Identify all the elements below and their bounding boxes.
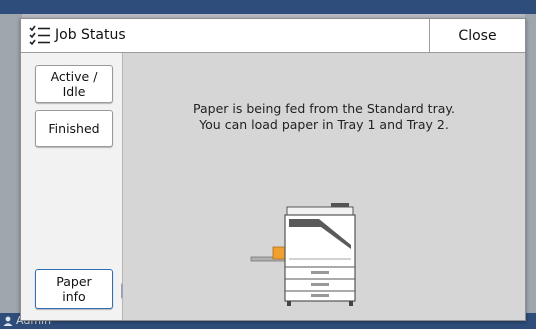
paper-info-button[interactable]: Paper info [35, 269, 113, 309]
dialog-title: Job Status [55, 27, 126, 43]
sidebar: Active / Idle Finished Paper info [21, 53, 123, 320]
close-button[interactable]: Close [429, 19, 525, 52]
printer-illustration [250, 203, 356, 306]
job-list-icon [29, 25, 50, 45]
background-left-panel [0, 14, 22, 314]
paper-info-panel: Paper is being fed from the Standard tra… [123, 53, 525, 320]
background-right-panel [525, 14, 536, 314]
dialog-header: Job Status Close [21, 19, 525, 53]
job-status-dialog: Job Status Close Active / Idle Finished … [20, 18, 526, 321]
paper-message: Paper is being fed from the Standard tra… [123, 101, 525, 133]
user-icon [3, 316, 13, 326]
background-top-bar [0, 0, 536, 14]
message-line-1: Paper is being fed from the Standard tra… [193, 101, 455, 116]
active-idle-button[interactable]: Active / Idle [35, 65, 113, 103]
message-line-2: You can load paper in Tray 1 and Tray 2. [199, 117, 449, 132]
finished-button[interactable]: Finished [35, 110, 113, 147]
